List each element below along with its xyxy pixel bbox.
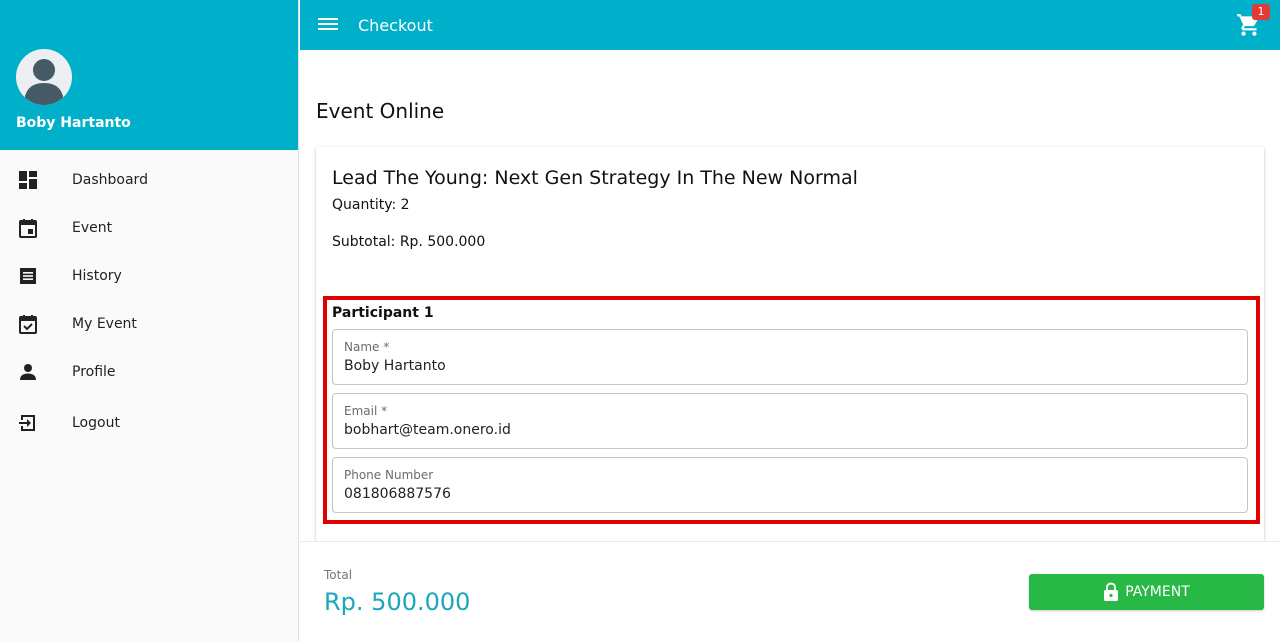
event-title: Lead The Young: Next Gen Strategy In The… xyxy=(332,167,858,189)
logout-icon xyxy=(17,412,39,434)
sidebar-item-label: Profile xyxy=(72,364,116,380)
phone-field[interactable]: Phone Number xyxy=(332,457,1248,513)
user-avatar-icon xyxy=(24,59,64,105)
dashboard-icon xyxy=(17,169,39,191)
top-app-bar: Checkout 1 xyxy=(300,0,1280,50)
cart-count-badge: 1 xyxy=(1252,4,1270,20)
sidebar-item-history[interactable]: History xyxy=(0,256,298,296)
lock-icon xyxy=(1103,582,1119,602)
calendar-icon xyxy=(17,217,39,239)
phone-field-label: Phone Number xyxy=(344,468,434,482)
person-icon xyxy=(17,361,39,383)
email-field-label: Email * xyxy=(344,404,388,418)
sidebar-item-logout[interactable]: Logout xyxy=(0,403,298,443)
page-title: Checkout xyxy=(358,16,433,35)
history-list-icon xyxy=(17,265,39,287)
sidebar-item-profile[interactable]: Profile xyxy=(0,352,298,392)
participant-title: Participant 1 xyxy=(332,305,434,321)
hamburger-menu-icon[interactable] xyxy=(318,15,340,35)
payment-button[interactable]: PAYMENT xyxy=(1029,574,1264,610)
participant-form: Participant 1 Name * Email * Phone Numbe… xyxy=(323,296,1260,524)
sidebar-item-label: Dashboard xyxy=(72,172,148,188)
avatar[interactable] xyxy=(16,49,72,105)
event-card: Lead The Young: Next Gen Strategy In The… xyxy=(316,147,1264,541)
sidebar-item-label: My Event xyxy=(72,316,137,332)
sidebar-item-event[interactable]: Event xyxy=(0,208,298,248)
sidebar-item-label: Logout xyxy=(72,415,120,431)
payment-button-label: PAYMENT xyxy=(1125,584,1190,600)
name-field-label: Name * xyxy=(344,340,390,354)
section-title: Event Online xyxy=(316,99,445,123)
sidebar-item-label: History xyxy=(72,268,122,284)
email-input[interactable] xyxy=(344,422,1224,438)
event-quantity: Quantity: 2 xyxy=(332,197,410,213)
profile-header: Boby Hartanto xyxy=(0,0,298,150)
checkout-footer: Total Rp. 500.000 PAYMENT xyxy=(300,541,1280,641)
sidebar-item-label: Event xyxy=(72,220,113,236)
event-subtotal: Subtotal: Rp. 500.000 xyxy=(332,234,486,250)
calendar-check-icon xyxy=(17,313,39,335)
sidebar-item-my-event[interactable]: My Event xyxy=(0,304,298,344)
total-value: Rp. 500.000 xyxy=(324,588,471,616)
total-label: Total xyxy=(324,568,353,582)
name-field[interactable]: Name * xyxy=(332,329,1248,385)
sidebar-item-dashboard[interactable]: Dashboard xyxy=(0,160,298,200)
profile-name: Boby Hartanto xyxy=(16,115,131,131)
name-input[interactable] xyxy=(344,358,1224,374)
phone-input[interactable] xyxy=(344,486,1224,502)
sidebar: Boby Hartanto Dashboard Event History My… xyxy=(0,0,299,641)
email-field[interactable]: Email * xyxy=(332,393,1248,449)
